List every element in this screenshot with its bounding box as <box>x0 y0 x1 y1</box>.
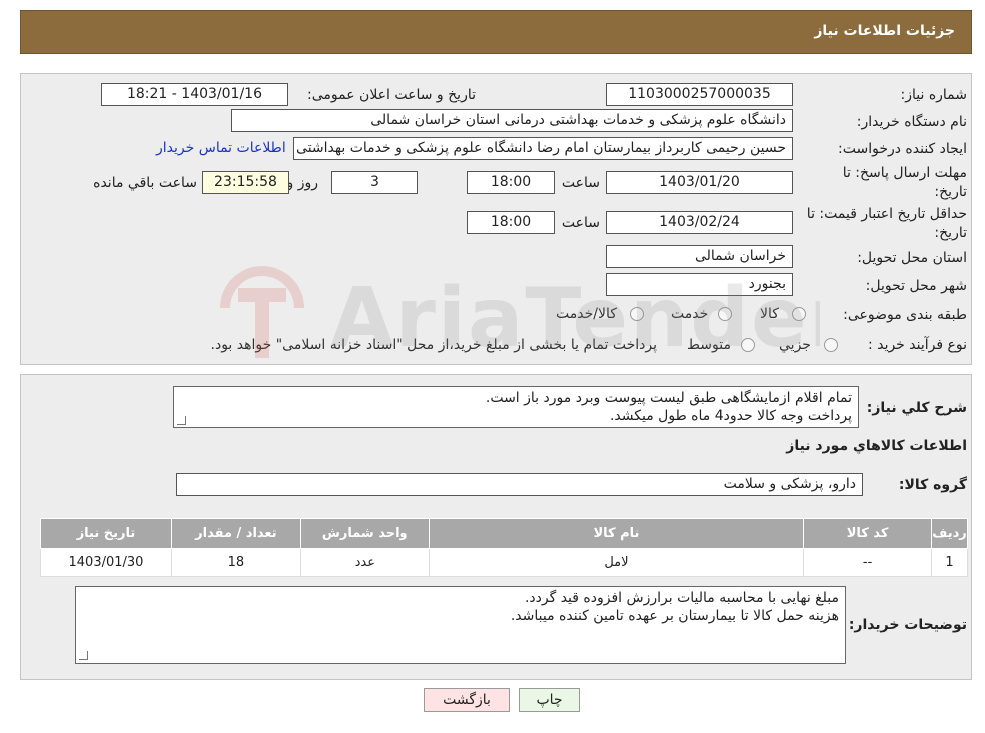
cell-date: 1403/01/30 <box>40 548 172 577</box>
deadline-label-date: تاریخ: <box>934 184 967 200</box>
items-table-header: رديف کد کالا نام کالا واحد شمارش تعداد /… <box>40 518 968 549</box>
category-radio-goods-service[interactable] <box>630 307 644 321</box>
category-option-service: خدمت <box>671 306 709 322</box>
buyer-org-field: دانشگاه علوم پزشکی و خدمات بهداشتی درمان… <box>231 109 793 132</box>
col-quantity: تعداد / مقدار <box>170 518 301 549</box>
back-button[interactable]: بازگشت <box>424 688 510 712</box>
announce-datetime-label: تاریخ و ساعت اعلان عمومی: <box>307 87 476 103</box>
cell-name: لامل <box>428 548 805 577</box>
creator-field: حسین رحیمی کاربرداز بیمارستان امام رضا د… <box>293 137 793 160</box>
announce-datetime-field: 1403/01/16 - 18:21 <box>101 83 288 106</box>
remaining-time-field: 23:15:58 <box>202 171 289 194</box>
remaining-label: ساعت باقي مانده <box>93 175 197 191</box>
table-row: 1 -- لامل عدد 18 1403/01/30 <box>40 548 968 577</box>
process-label: نوع فرآیند خرید : <box>868 337 967 353</box>
items-table: رديف کد کالا نام کالا واحد شمارش تعداد /… <box>40 518 968 577</box>
category-radio-service[interactable] <box>718 307 732 321</box>
page-header: جزئیات اطلاعات نیاز <box>20 10 972 54</box>
col-unit: واحد شمارش <box>299 518 430 549</box>
process-radio-medium[interactable] <box>741 338 755 352</box>
deadline-time-field: 18:00 <box>467 171 555 194</box>
deadline-date-field: 1403/01/20 <box>606 171 793 194</box>
days-label: روز و <box>286 175 319 191</box>
buyer-contact-link[interactable]: اطلاعات تماس خریدار <box>156 140 286 156</box>
page-title: جزئیات اطلاعات نیاز <box>814 23 955 39</box>
item-group-field: دارو، پزشکی و سلامت <box>176 473 863 496</box>
category-radio-goods[interactable] <box>792 307 806 321</box>
description-resize-handle[interactable] <box>177 416 186 425</box>
validity-time-label: ساعت <box>561 215 600 231</box>
cell-code: -- <box>803 548 933 577</box>
process-option-minor: جزیي <box>779 337 811 353</box>
buyer-notes-line-2: هزینه حمل کالا تا بیمارستان بر عهده تامی… <box>510 608 839 624</box>
description-line-1: تمام اقلام ازمایشگاهی طبق لیست پیوست وبر… <box>485 390 852 406</box>
deadline-time-label: ساعت <box>561 175 600 191</box>
col-code: کد کالا <box>803 518 933 549</box>
description-textarea: تمام اقلام ازمایشگاهی طبق لیست پیوست وبر… <box>173 386 859 428</box>
buyer-notes-textarea: مبلغ نهایی با محاسبه مالیات برارزش افزود… <box>75 586 846 664</box>
province-field: خراسان شمالی <box>606 245 793 268</box>
deadline-label: مهلت ارسال پاسخ: تا <box>842 165 967 181</box>
category-option-goods: کالا <box>760 306 779 322</box>
category-option-goods-service: کالا/خدمت <box>556 306 617 322</box>
payment-note: پرداخت تمام یا بخشی از مبلغ خرید،از محل … <box>210 337 657 353</box>
validity-time-field: 18:00 <box>467 211 555 234</box>
process-radio-minor[interactable] <box>824 338 838 352</box>
city-label: شهر محل تحویل: <box>865 278 967 294</box>
need-number-label: شماره نیاز: <box>900 87 968 103</box>
category-label: طبقه بندی موضوعی: <box>843 307 967 323</box>
buyer-notes-resize-handle[interactable] <box>79 651 88 660</box>
remaining-days-field: 3 <box>331 171 418 194</box>
cell-unit: عدد <box>299 548 430 577</box>
city-field: بجنورد <box>606 273 793 296</box>
col-date: تاریخ نیاز <box>40 518 172 549</box>
need-number-field: 1103000257000035 <box>606 83 793 106</box>
cell-quantity: 18 <box>170 548 301 577</box>
cell-row: 1 <box>931 548 968 577</box>
validity-date-field: 1403/02/24 <box>606 211 793 234</box>
col-name: نام کالا <box>428 518 805 549</box>
description-line-2: پرداخت وجه کالا حدود4 ماه طول میکشد. <box>609 408 852 424</box>
buyer-notes-line-1: مبلغ نهایی با محاسبه مالیات برارزش افزود… <box>524 590 839 606</box>
description-label: شرح کلي نياز: <box>866 400 967 416</box>
creator-label: ایجاد کننده درخواست: <box>838 141 967 157</box>
items-section-title: اطلاعات کالاهاي مورد نياز <box>786 438 967 454</box>
item-group-label: گروه کالا: <box>898 477 967 493</box>
col-row: رديف <box>931 518 968 549</box>
province-label: استان محل تحویل: <box>857 250 967 266</box>
process-option-medium: متوسط <box>687 337 731 353</box>
validity-label-date: تاریخ: <box>934 225 967 241</box>
buyer-notes-label: توضیحات خریدار: <box>848 617 967 633</box>
print-button[interactable]: چاپ <box>519 688 580 712</box>
validity-label: حداقل تاریخ اعتبار قیمت: تا <box>806 206 967 222</box>
buyer-org-label: نام دستگاه خریدار: <box>856 114 967 130</box>
